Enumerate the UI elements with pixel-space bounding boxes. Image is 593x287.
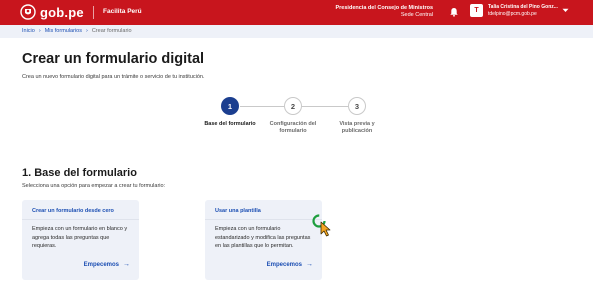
progress-stepper: 1 2 3 Base del formulario Configuración … bbox=[0, 97, 593, 147]
step-2-label: Configuración del formulario bbox=[258, 121, 328, 135]
step-2-label-line1: Configuración del bbox=[269, 121, 317, 127]
user-email: tdelpino@pcm.gob.pe bbox=[488, 10, 537, 17]
arrow-right-icon: → bbox=[123, 261, 130, 268]
breadcrumb-current: Crear formulario bbox=[91, 28, 132, 34]
logo-text: gob.pe bbox=[40, 4, 84, 20]
cta-label: Empecemos bbox=[266, 261, 302, 268]
stepper-connector bbox=[240, 106, 284, 107]
avatar: T bbox=[470, 4, 483, 17]
entity-selector[interactable]: Presidencia del Consejo de Ministros Sed… bbox=[336, 5, 434, 19]
step-1-label: Base del formulario bbox=[195, 121, 265, 128]
step-3-label: Vista previa y publicación bbox=[322, 121, 392, 135]
breadcrumb-bar: Inicio › Mis formularios › Crear formula… bbox=[0, 25, 593, 38]
section-title: 1. Base del formulario bbox=[22, 167, 137, 179]
card-description: Empieza con un formulario estandarizado … bbox=[215, 226, 311, 249]
chevron-right-icon: › bbox=[85, 28, 88, 34]
page-title: Crear un formulario digital bbox=[22, 51, 205, 67]
gobpe-logo[interactable]: gob.pe bbox=[20, 4, 84, 20]
card-description: Empieza con un formulario en blanco y ag… bbox=[32, 226, 128, 249]
entity-name: Presidencia del Consejo de Ministros bbox=[335, 5, 434, 11]
user-info: Talia Cristina del Pino Gonz... tdelpino… bbox=[488, 4, 558, 17]
user-name: Talia Cristina del Pino Gonz... bbox=[488, 4, 558, 10]
section-subtitle: Selecciona una opción para empezar a cre… bbox=[22, 183, 166, 189]
header-divider bbox=[93, 6, 94, 19]
product-name[interactable]: Facilita Perú bbox=[103, 8, 142, 15]
start-blank-button[interactable]: Empecemos → bbox=[84, 261, 130, 268]
top-header-bar: gob.pe Facilita Perú Presidencia del Con… bbox=[0, 0, 593, 25]
notification-bell-icon[interactable] bbox=[449, 7, 459, 17]
step-3-indicator: 3 bbox=[348, 97, 366, 115]
page-subtitle: Crea un nuevo formulario digital para un… bbox=[22, 74, 205, 80]
step-3-label-line2: publicación bbox=[341, 128, 373, 134]
chevron-right-icon: › bbox=[38, 28, 41, 34]
user-menu[interactable]: T Talia Cristina del Pino Gonz... tdelpi… bbox=[470, 4, 569, 17]
card-title[interactable]: Crear un formulario desde cero bbox=[32, 208, 114, 214]
breadcrumb-my-forms[interactable]: Mis formularios bbox=[45, 28, 82, 34]
stepper-connector bbox=[302, 106, 348, 107]
card-title[interactable]: Usar una plantilla bbox=[215, 208, 261, 214]
step-3-label-line1: Vista previa y bbox=[339, 121, 375, 127]
step-1-label-line1: Base del formulario bbox=[204, 121, 256, 127]
entity-location: Sede Central bbox=[400, 12, 433, 18]
arrow-right-icon: → bbox=[306, 261, 313, 268]
option-card-template[interactable]: Usar una plantilla Empieza con un formul… bbox=[205, 200, 322, 280]
step-1-indicator: 1 bbox=[221, 97, 239, 115]
breadcrumb: Inicio › Mis formularios › Crear formula… bbox=[22, 28, 132, 34]
start-template-button[interactable]: Empecemos → bbox=[267, 261, 313, 268]
mouse-cursor-icon bbox=[312, 214, 331, 237]
breadcrumb-home[interactable]: Inicio bbox=[22, 28, 35, 34]
step-2-indicator: 2 bbox=[284, 97, 302, 115]
cta-label: Empecemos bbox=[83, 261, 119, 268]
chevron-down-icon bbox=[562, 8, 569, 12]
step-2-label-line2: formulario bbox=[279, 128, 307, 134]
card-divider bbox=[22, 219, 139, 220]
card-divider bbox=[205, 219, 322, 220]
option-card-blank[interactable]: Crear un formulario desde cero Empieza c… bbox=[22, 200, 139, 280]
gobpe-shield-icon bbox=[20, 4, 36, 20]
